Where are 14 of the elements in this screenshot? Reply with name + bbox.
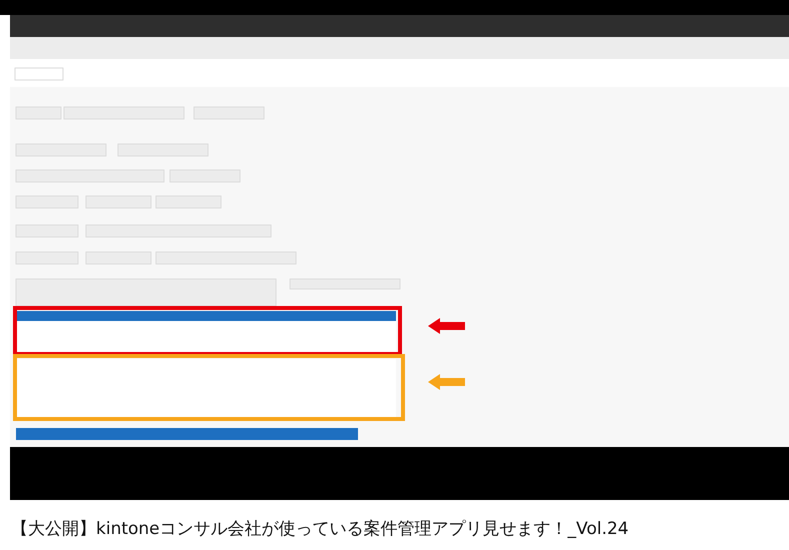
form-field (86, 252, 152, 264)
form-field (194, 106, 264, 120)
arrow-icon (428, 374, 465, 390)
form-field (156, 196, 222, 208)
form-field (16, 106, 62, 120)
video-title: 【大公開】kintoneコンサル会社が使っている案件管理アプリ見せます！_Vol.24 (11, 518, 630, 540)
arrow-icon (428, 318, 465, 334)
form-field (16, 196, 78, 208)
tab-button (14, 68, 64, 80)
form-field (16, 224, 78, 238)
form-field (16, 252, 78, 264)
form-field (86, 196, 152, 208)
form-field (170, 170, 240, 182)
video-frame[interactable] (10, 15, 789, 500)
